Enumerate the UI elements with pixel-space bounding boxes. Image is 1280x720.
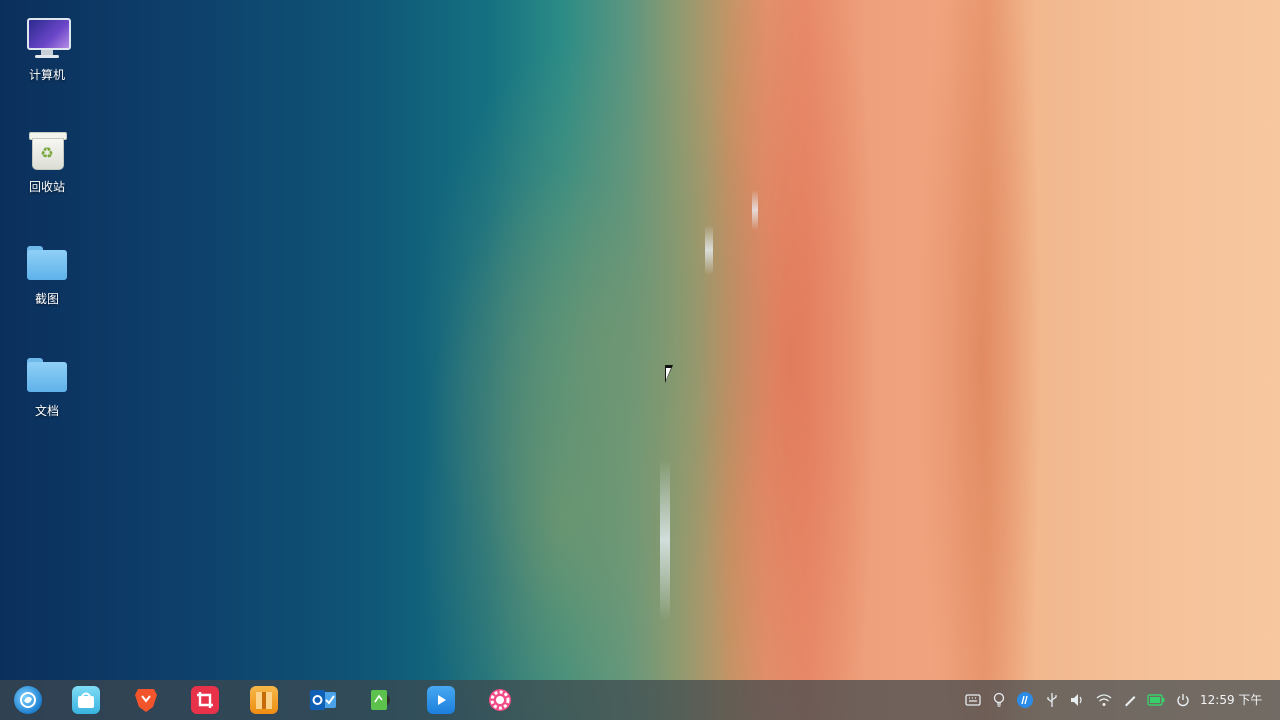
- desktop-icon-screenshots-folder[interactable]: 截图: [12, 240, 82, 307]
- app-store-icon[interactable]: [72, 686, 100, 714]
- pen-icon[interactable]: [1121, 690, 1139, 710]
- trash-icon: ♻: [25, 128, 69, 172]
- power-icon[interactable]: [1174, 690, 1192, 710]
- wave-foam: [752, 190, 758, 230]
- desktop-icon-label: 截图: [34, 292, 59, 306]
- computer-icon: [25, 16, 71, 60]
- screenshot-crop-icon[interactable]: [191, 686, 219, 714]
- wave-foam: [705, 225, 713, 275]
- lightbulb-icon[interactable]: [990, 690, 1008, 710]
- battery-icon[interactable]: [1147, 690, 1165, 710]
- mouse-cursor-fill: [666, 368, 671, 380]
- usb-icon[interactable]: [1043, 690, 1061, 710]
- video-player-icon[interactable]: [427, 686, 455, 714]
- desktop-icon-label: 计算机: [28, 68, 65, 82]
- desktop-icon-label: 文档: [34, 404, 59, 418]
- desktop-icon-computer[interactable]: 计算机: [12, 16, 82, 83]
- folder-icon: [25, 352, 69, 396]
- taskbar: 12:59 下午: [0, 680, 1280, 720]
- volume-icon[interactable]: [1068, 690, 1086, 710]
- document-viewer-icon[interactable]: [368, 686, 396, 714]
- desktop-icon-trash[interactable]: ♻ 回收站: [12, 128, 82, 195]
- hp-printer-icon[interactable]: [1016, 690, 1034, 710]
- keyboard-icon[interactable]: [964, 690, 982, 710]
- desktop-icon-label: 回收站: [28, 180, 65, 194]
- outlook-mail-icon[interactable]: [309, 686, 337, 714]
- brave-browser-icon[interactable]: [132, 686, 160, 714]
- desktop-icon-documents-folder[interactable]: 文档: [12, 352, 82, 419]
- wave-foam: [660, 460, 670, 620]
- desktop-wallpaper[interactable]: 计算机 ♻ 回收站 截图 文档: [0, 0, 1280, 720]
- clock-time[interactable]: 12:59 下午: [1200, 690, 1270, 710]
- launcher-icon[interactable]: [14, 686, 42, 714]
- launcher-swirl-icon: [20, 692, 36, 708]
- archive-manager-icon[interactable]: [250, 686, 278, 714]
- folder-icon: [25, 240, 69, 284]
- wifi-icon[interactable]: [1095, 690, 1113, 710]
- settings-gear-icon[interactable]: [486, 686, 514, 714]
